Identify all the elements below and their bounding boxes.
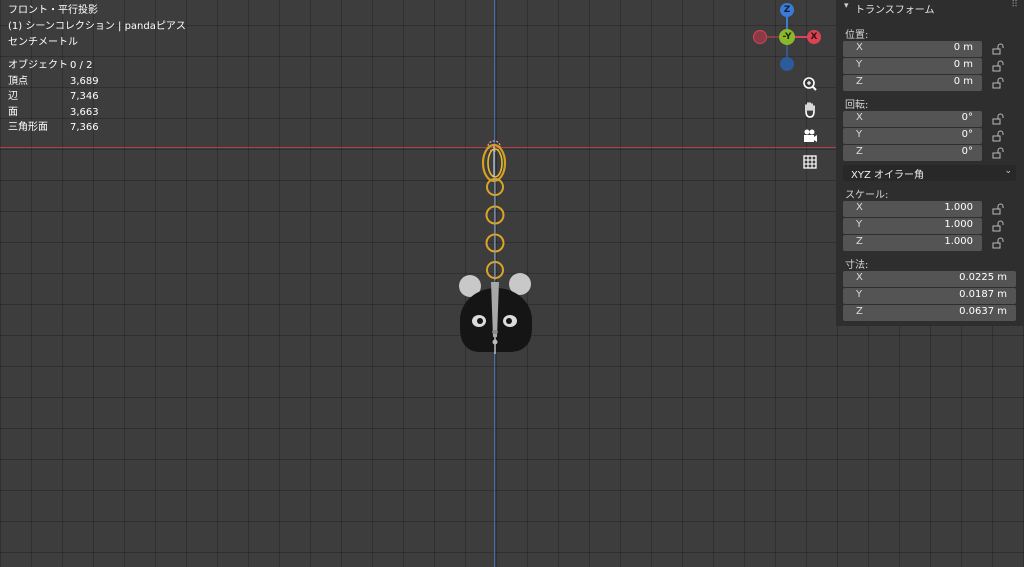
panel-header[interactable]: ▾ トランスフォーム ⠿ — [836, 0, 1024, 16]
view-name: フロント・平行投影 — [8, 5, 98, 16]
axis-label: Z — [856, 236, 863, 247]
axis-label: Y — [856, 219, 863, 230]
stat-row: オブジェクト 0 / 2 — [8, 58, 99, 74]
lock-icon[interactable] — [992, 237, 1004, 249]
stat-label: 三角形面 — [8, 122, 48, 133]
rotation-mode-dropdown[interactable]: XYZ オイラー角 ⌄ — [843, 165, 1016, 181]
scale-x-field[interactable]: X 1.000 — [843, 201, 982, 217]
field-value: 1.000 — [944, 202, 973, 213]
stat-value: 3,663 — [70, 106, 99, 118]
dimensions-y-field[interactable]: Y 0.0187 m — [843, 288, 1016, 304]
gizmo-y-negative[interactable]: -Y — [779, 29, 795, 45]
lock-icon[interactable] — [992, 60, 1004, 72]
panda-earring-model[interactable] — [450, 132, 542, 358]
camera-icon[interactable] — [799, 125, 821, 147]
field-value: 0.0637 m — [959, 306, 1007, 317]
field-value: 0° — [961, 129, 973, 140]
axis-label: X — [856, 272, 863, 283]
transform-panel: ▾ トランスフォーム ⠿ 位置: X0 m Y0 m Z0 m 回転: X 0° … — [836, 0, 1024, 326]
field-value: 0 m — [953, 42, 973, 53]
lock-icon[interactable] — [992, 77, 1004, 89]
orientation-gizmo[interactable]: Z -Y X — [748, 0, 828, 76]
gizmo-z-positive[interactable]: Z — [780, 3, 794, 17]
scale-y-field[interactable]: Y 1.000 — [843, 218, 982, 234]
gizmo-x-positive[interactable]: X — [807, 30, 821, 44]
stat-row: 三角形面 7,366 — [8, 120, 99, 136]
chevron-down-icon: ⌄ — [1004, 166, 1012, 176]
lock-icon[interactable] — [992, 130, 1004, 142]
stat-value: 7,346 — [70, 91, 99, 102]
scale-label: スケール: — [845, 190, 889, 201]
rotation-label: 回転: — [845, 100, 869, 111]
field-value: 0 m — [953, 59, 973, 70]
stat-label: オブジェクト — [8, 60, 68, 71]
stat-value: 7,366 — [70, 122, 99, 133]
dimensions-label: 寸法: — [845, 260, 869, 271]
gizmo-z-negative[interactable] — [780, 57, 794, 71]
axis-label: X — [856, 42, 863, 53]
scale-z-field[interactable]: Z 1.000 — [843, 235, 982, 251]
location-x-field[interactable]: X 0 m — [843, 41, 982, 57]
collection-name: (1) シーンコレクション | pandaピアス — [8, 21, 186, 32]
gizmo-x-negative[interactable] — [753, 30, 767, 44]
location-label: 位置: — [845, 30, 869, 41]
field-value: 0° — [961, 146, 973, 157]
axis-label: Z — [856, 76, 863, 87]
field-value: 1.000 — [944, 219, 973, 230]
lock-icon[interactable] — [992, 220, 1004, 232]
field-value: 0.0187 m — [959, 289, 1007, 300]
viewport-info: フロント・平行投影 (1) シーンコレクション | pandaピアス センチメー… — [8, 3, 186, 51]
zoom-icon[interactable] — [799, 73, 821, 95]
lock-icon[interactable] — [992, 113, 1004, 125]
axis-label: Z — [856, 306, 863, 317]
axis-label: Z — [856, 146, 863, 157]
stat-label: 頂点 — [8, 75, 28, 87]
stat-row: 頂点 3,689 — [8, 74, 99, 90]
drag-grip-icon[interactable]: ⠿ — [1011, 0, 1018, 10]
location-z-field[interactable]: Z 0 m — [843, 75, 982, 91]
axis-label: Y — [856, 289, 863, 300]
field-value: 0.0225 m — [959, 272, 1007, 283]
stat-label: 面 — [8, 106, 18, 118]
lock-icon[interactable] — [992, 203, 1004, 215]
rotation-mode-value: XYZ オイラー角 — [851, 170, 924, 181]
panel-title: トランスフォーム — [855, 5, 935, 16]
stat-label: 辺 — [8, 91, 18, 102]
lock-icon[interactable] — [992, 147, 1004, 159]
location-y-field[interactable]: Y 0 m — [843, 58, 982, 74]
stat-value: 3,689 — [70, 75, 99, 87]
axis-label: Y — [856, 59, 863, 70]
stat-row: 辺 7,346 — [8, 89, 99, 105]
hand-pan-icon[interactable] — [799, 99, 821, 121]
unit-system: センチメートル — [8, 37, 78, 48]
axis-label: X — [856, 202, 863, 213]
chevron-down-icon[interactable]: ▾ — [844, 1, 849, 11]
rotation-y-field[interactable]: Y 0° — [843, 128, 982, 144]
field-value: 0° — [961, 112, 973, 123]
axis-label: Y — [856, 129, 863, 140]
lock-icon[interactable] — [992, 43, 1004, 55]
field-value: 1.000 — [944, 236, 973, 247]
rotation-x-field[interactable]: X 0° — [843, 111, 982, 127]
stat-value: 0 / 2 — [70, 60, 93, 71]
grid-icon[interactable] — [799, 151, 821, 173]
stat-row: 面 3,663 — [8, 105, 99, 121]
dimensions-z-field[interactable]: Z 0.0637 m — [843, 305, 1016, 321]
field-value: 0 m — [953, 76, 973, 87]
scene-statistics: オブジェクト 0 / 2 頂点 3,689 辺 7,346 面 3,663 三角形面 7,… — [8, 58, 99, 136]
axis-label: X — [856, 112, 863, 123]
rotation-z-field[interactable]: Z 0° — [843, 145, 982, 161]
dimensions-x-field[interactable]: X 0.0225 m — [843, 271, 1016, 287]
